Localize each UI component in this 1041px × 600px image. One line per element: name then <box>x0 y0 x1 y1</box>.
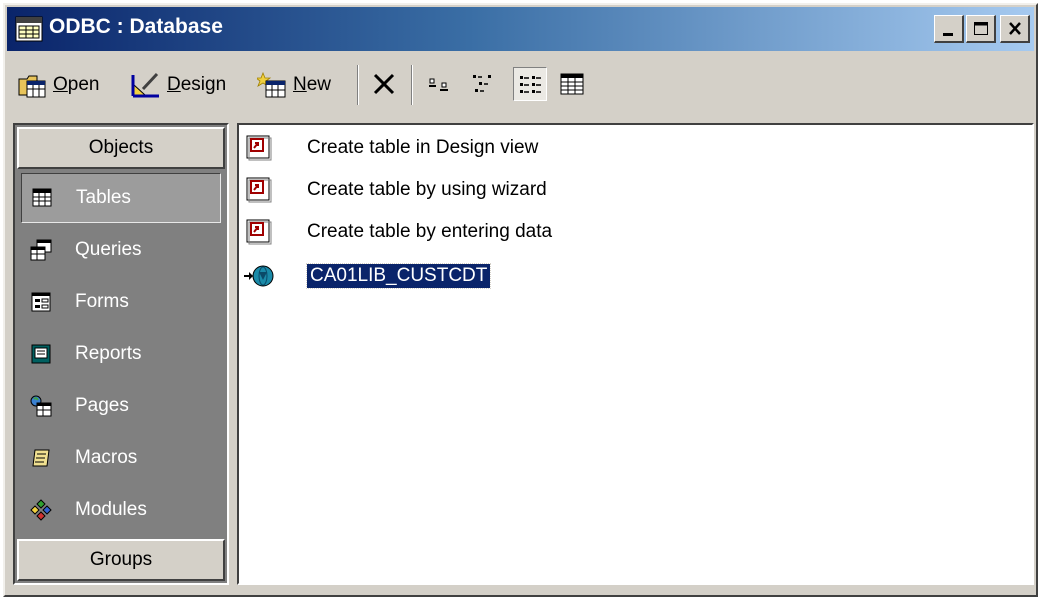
delete-icon <box>373 73 395 95</box>
list-view-button[interactable] <box>513 67 547 101</box>
large-icons-view-button[interactable] <box>423 67 457 101</box>
shortcut-icon <box>246 177 272 203</box>
object-item-tables[interactable]: Tables <box>21 173 221 223</box>
toolbar-separator <box>411 65 413 105</box>
linked-odbc-table-icon <box>244 265 274 287</box>
object-item-label: Reports <box>75 343 142 364</box>
list-view-icon <box>520 76 541 93</box>
new-label: ew <box>306 74 332 95</box>
open-label: pen <box>67 74 100 95</box>
design-label: esign <box>180 74 227 95</box>
small-icons-icon <box>473 75 491 92</box>
object-item-label: Macros <box>75 447 138 468</box>
design-icon <box>131 72 159 98</box>
database-icon <box>15 16 43 42</box>
database-window: ODBC : Database Open Design New Objects … <box>3 3 1038 597</box>
open-icon <box>18 75 46 98</box>
groups-group-button[interactable]: Groups <box>17 539 225 581</box>
object-item-label: Forms <box>75 291 129 312</box>
title-bar[interactable]: ODBC : Database <box>7 7 1034 51</box>
list-item-label: CA01LIB_CUSTCDT <box>305 263 492 289</box>
maximize-button[interactable] <box>966 15 996 43</box>
list-item-label: Create table by entering data <box>307 221 553 242</box>
minimize-icon <box>943 33 953 36</box>
object-item-label: Queries <box>75 239 142 260</box>
delete-button[interactable] <box>367 67 401 101</box>
object-item-pages[interactable]: Pages <box>21 381 221 431</box>
list-item[interactable]: Create table by entering data <box>243 215 552 249</box>
close-button[interactable] <box>1000 15 1030 43</box>
form-icon <box>31 292 51 312</box>
object-item-reports[interactable]: Reports <box>21 329 221 379</box>
list-item-label: Create table in Design view <box>307 137 539 158</box>
toolbar: Open Design New <box>7 55 1034 117</box>
list-item-selected[interactable]: CA01LIB_CUSTCDT <box>243 259 492 293</box>
close-icon <box>1009 22 1021 35</box>
list-item[interactable]: Create table in Design view <box>243 131 538 165</box>
macro-icon <box>32 449 50 467</box>
open-accel: O <box>53 74 68 95</box>
design-button[interactable]: Design <box>131 65 226 105</box>
shortcut-icon <box>246 219 272 245</box>
small-icons-view-button[interactable] <box>467 67 501 101</box>
objects-group-button[interactable]: Objects <box>17 127 225 169</box>
module-icon <box>30 499 52 521</box>
new-accel: N <box>293 74 307 95</box>
objects-bar: Objects Tables Queries Forms Reports Pag… <box>13 123 229 585</box>
object-item-forms[interactable]: Forms <box>21 277 221 327</box>
shortcut-icon <box>246 135 272 161</box>
object-item-label: Modules <box>75 499 147 520</box>
design-accel: D <box>167 74 181 95</box>
new-icon <box>257 71 286 98</box>
minimize-button[interactable] <box>934 15 964 43</box>
query-icon <box>30 239 52 261</box>
open-button[interactable]: Open <box>17 65 99 105</box>
large-icons-icon <box>429 78 448 91</box>
object-item-modules[interactable]: Modules <box>21 485 221 535</box>
report-icon <box>31 344 51 364</box>
new-button[interactable]: New <box>257 65 331 105</box>
object-item-label: Tables <box>76 187 131 208</box>
details-view-icon <box>560 73 584 95</box>
maximize-icon <box>974 22 988 35</box>
table-icon <box>32 188 52 207</box>
details-view-button[interactable] <box>555 67 589 101</box>
list-item-label: Create table by using wizard <box>307 179 547 200</box>
object-item-queries[interactable]: Queries <box>21 225 221 275</box>
toolbar-separator <box>357 65 359 105</box>
list-item[interactable]: Create table by using wizard <box>243 173 547 207</box>
page-icon <box>30 395 52 417</box>
object-item-label: Pages <box>75 395 129 416</box>
window-title: ODBC : Database <box>49 15 223 38</box>
object-list[interactable]: Create table in Design view Create table… <box>237 123 1034 585</box>
object-item-macros[interactable]: Macros <box>21 433 221 483</box>
